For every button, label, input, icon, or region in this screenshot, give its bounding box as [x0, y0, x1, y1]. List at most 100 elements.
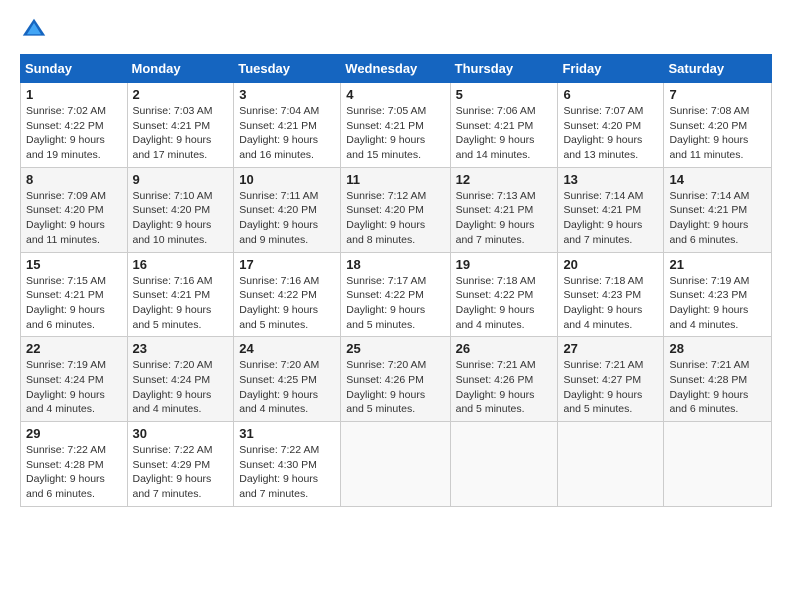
day-info: Sunrise: 7:12 AM Sunset: 4:20 PM Dayligh…: [346, 189, 444, 248]
day-info: Sunrise: 7:19 AM Sunset: 4:23 PM Dayligh…: [669, 274, 766, 333]
day-number: 26: [456, 341, 553, 356]
calendar-cell: 26 Sunrise: 7:21 AM Sunset: 4:26 PM Dayl…: [450, 337, 558, 422]
header-sunday: Sunday: [21, 55, 128, 83]
page-header: [20, 16, 772, 44]
day-info: Sunrise: 7:08 AM Sunset: 4:20 PM Dayligh…: [669, 104, 766, 163]
day-number: 9: [133, 172, 229, 187]
calendar-cell: 9 Sunrise: 7:10 AM Sunset: 4:20 PM Dayli…: [127, 167, 234, 252]
day-number: 3: [239, 87, 335, 102]
day-number: 21: [669, 257, 766, 272]
header-saturday: Saturday: [664, 55, 772, 83]
day-info: Sunrise: 7:05 AM Sunset: 4:21 PM Dayligh…: [346, 104, 444, 163]
week-row-4: 22 Sunrise: 7:19 AM Sunset: 4:24 PM Dayl…: [21, 337, 772, 422]
day-info: Sunrise: 7:14 AM Sunset: 4:21 PM Dayligh…: [563, 189, 658, 248]
header-friday: Friday: [558, 55, 664, 83]
calendar-cell: 5 Sunrise: 7:06 AM Sunset: 4:21 PM Dayli…: [450, 83, 558, 168]
day-number: 10: [239, 172, 335, 187]
day-number: 5: [456, 87, 553, 102]
calendar-cell: 22 Sunrise: 7:19 AM Sunset: 4:24 PM Dayl…: [21, 337, 128, 422]
calendar-cell: [450, 422, 558, 507]
calendar-cell: 28 Sunrise: 7:21 AM Sunset: 4:28 PM Dayl…: [664, 337, 772, 422]
calendar-table: SundayMondayTuesdayWednesdayThursdayFrid…: [20, 54, 772, 507]
calendar-cell: 27 Sunrise: 7:21 AM Sunset: 4:27 PM Dayl…: [558, 337, 664, 422]
day-info: Sunrise: 7:18 AM Sunset: 4:23 PM Dayligh…: [563, 274, 658, 333]
day-info: Sunrise: 7:15 AM Sunset: 4:21 PM Dayligh…: [26, 274, 122, 333]
week-row-1: 1 Sunrise: 7:02 AM Sunset: 4:22 PM Dayli…: [21, 83, 772, 168]
day-info: Sunrise: 7:16 AM Sunset: 4:21 PM Dayligh…: [133, 274, 229, 333]
calendar-cell: 30 Sunrise: 7:22 AM Sunset: 4:29 PM Dayl…: [127, 422, 234, 507]
day-info: Sunrise: 7:16 AM Sunset: 4:22 PM Dayligh…: [239, 274, 335, 333]
calendar-cell: 2 Sunrise: 7:03 AM Sunset: 4:21 PM Dayli…: [127, 83, 234, 168]
day-info: Sunrise: 7:21 AM Sunset: 4:26 PM Dayligh…: [456, 358, 553, 417]
calendar-cell: 29 Sunrise: 7:22 AM Sunset: 4:28 PM Dayl…: [21, 422, 128, 507]
day-number: 23: [133, 341, 229, 356]
day-number: 14: [669, 172, 766, 187]
day-number: 7: [669, 87, 766, 102]
day-info: Sunrise: 7:07 AM Sunset: 4:20 PM Dayligh…: [563, 104, 658, 163]
calendar-cell: 4 Sunrise: 7:05 AM Sunset: 4:21 PM Dayli…: [341, 83, 450, 168]
day-number: 20: [563, 257, 658, 272]
day-number: 16: [133, 257, 229, 272]
calendar-cell: 7 Sunrise: 7:08 AM Sunset: 4:20 PM Dayli…: [664, 83, 772, 168]
calendar-cell: 20 Sunrise: 7:18 AM Sunset: 4:23 PM Dayl…: [558, 252, 664, 337]
calendar-cell: 12 Sunrise: 7:13 AM Sunset: 4:21 PM Dayl…: [450, 167, 558, 252]
calendar-cell: 10 Sunrise: 7:11 AM Sunset: 4:20 PM Dayl…: [234, 167, 341, 252]
calendar-cell: 17 Sunrise: 7:16 AM Sunset: 4:22 PM Dayl…: [234, 252, 341, 337]
day-number: 30: [133, 426, 229, 441]
calendar-cell: 1 Sunrise: 7:02 AM Sunset: 4:22 PM Dayli…: [21, 83, 128, 168]
logo-icon: [20, 16, 48, 44]
day-number: 24: [239, 341, 335, 356]
calendar-cell: 13 Sunrise: 7:14 AM Sunset: 4:21 PM Dayl…: [558, 167, 664, 252]
calendar-cell: 24 Sunrise: 7:20 AM Sunset: 4:25 PM Dayl…: [234, 337, 341, 422]
day-info: Sunrise: 7:06 AM Sunset: 4:21 PM Dayligh…: [456, 104, 553, 163]
day-info: Sunrise: 7:20 AM Sunset: 4:26 PM Dayligh…: [346, 358, 444, 417]
header-monday: Monday: [127, 55, 234, 83]
day-number: 28: [669, 341, 766, 356]
calendar-cell: 23 Sunrise: 7:20 AM Sunset: 4:24 PM Dayl…: [127, 337, 234, 422]
day-info: Sunrise: 7:10 AM Sunset: 4:20 PM Dayligh…: [133, 189, 229, 248]
calendar-cell: 19 Sunrise: 7:18 AM Sunset: 4:22 PM Dayl…: [450, 252, 558, 337]
header-thursday: Thursday: [450, 55, 558, 83]
calendar-cell: 18 Sunrise: 7:17 AM Sunset: 4:22 PM Dayl…: [341, 252, 450, 337]
day-info: Sunrise: 7:22 AM Sunset: 4:30 PM Dayligh…: [239, 443, 335, 502]
day-number: 13: [563, 172, 658, 187]
day-info: Sunrise: 7:03 AM Sunset: 4:21 PM Dayligh…: [133, 104, 229, 163]
day-info: Sunrise: 7:22 AM Sunset: 4:29 PM Dayligh…: [133, 443, 229, 502]
day-info: Sunrise: 7:19 AM Sunset: 4:24 PM Dayligh…: [26, 358, 122, 417]
day-info: Sunrise: 7:13 AM Sunset: 4:21 PM Dayligh…: [456, 189, 553, 248]
day-number: 17: [239, 257, 335, 272]
calendar-cell: [341, 422, 450, 507]
day-number: 15: [26, 257, 122, 272]
day-number: 27: [563, 341, 658, 356]
day-number: 8: [26, 172, 122, 187]
calendar-header-row: SundayMondayTuesdayWednesdayThursdayFrid…: [21, 55, 772, 83]
day-info: Sunrise: 7:20 AM Sunset: 4:24 PM Dayligh…: [133, 358, 229, 417]
day-number: 31: [239, 426, 335, 441]
week-row-2: 8 Sunrise: 7:09 AM Sunset: 4:20 PM Dayli…: [21, 167, 772, 252]
day-info: Sunrise: 7:21 AM Sunset: 4:28 PM Dayligh…: [669, 358, 766, 417]
day-info: Sunrise: 7:09 AM Sunset: 4:20 PM Dayligh…: [26, 189, 122, 248]
day-number: 6: [563, 87, 658, 102]
day-number: 12: [456, 172, 553, 187]
day-info: Sunrise: 7:14 AM Sunset: 4:21 PM Dayligh…: [669, 189, 766, 248]
week-row-3: 15 Sunrise: 7:15 AM Sunset: 4:21 PM Dayl…: [21, 252, 772, 337]
day-number: 25: [346, 341, 444, 356]
day-number: 22: [26, 341, 122, 356]
day-info: Sunrise: 7:11 AM Sunset: 4:20 PM Dayligh…: [239, 189, 335, 248]
day-info: Sunrise: 7:02 AM Sunset: 4:22 PM Dayligh…: [26, 104, 122, 163]
calendar-cell: 25 Sunrise: 7:20 AM Sunset: 4:26 PM Dayl…: [341, 337, 450, 422]
calendar-cell: 11 Sunrise: 7:12 AM Sunset: 4:20 PM Dayl…: [341, 167, 450, 252]
day-info: Sunrise: 7:21 AM Sunset: 4:27 PM Dayligh…: [563, 358, 658, 417]
logo: [20, 16, 52, 44]
day-number: 1: [26, 87, 122, 102]
calendar-cell: 16 Sunrise: 7:16 AM Sunset: 4:21 PM Dayl…: [127, 252, 234, 337]
calendar-cell: 3 Sunrise: 7:04 AM Sunset: 4:21 PM Dayli…: [234, 83, 341, 168]
calendar-cell: 31 Sunrise: 7:22 AM Sunset: 4:30 PM Dayl…: [234, 422, 341, 507]
calendar-cell: 21 Sunrise: 7:19 AM Sunset: 4:23 PM Dayl…: [664, 252, 772, 337]
day-number: 11: [346, 172, 444, 187]
day-number: 18: [346, 257, 444, 272]
week-row-5: 29 Sunrise: 7:22 AM Sunset: 4:28 PM Dayl…: [21, 422, 772, 507]
day-number: 19: [456, 257, 553, 272]
day-info: Sunrise: 7:22 AM Sunset: 4:28 PM Dayligh…: [26, 443, 122, 502]
calendar-cell: 15 Sunrise: 7:15 AM Sunset: 4:21 PM Dayl…: [21, 252, 128, 337]
